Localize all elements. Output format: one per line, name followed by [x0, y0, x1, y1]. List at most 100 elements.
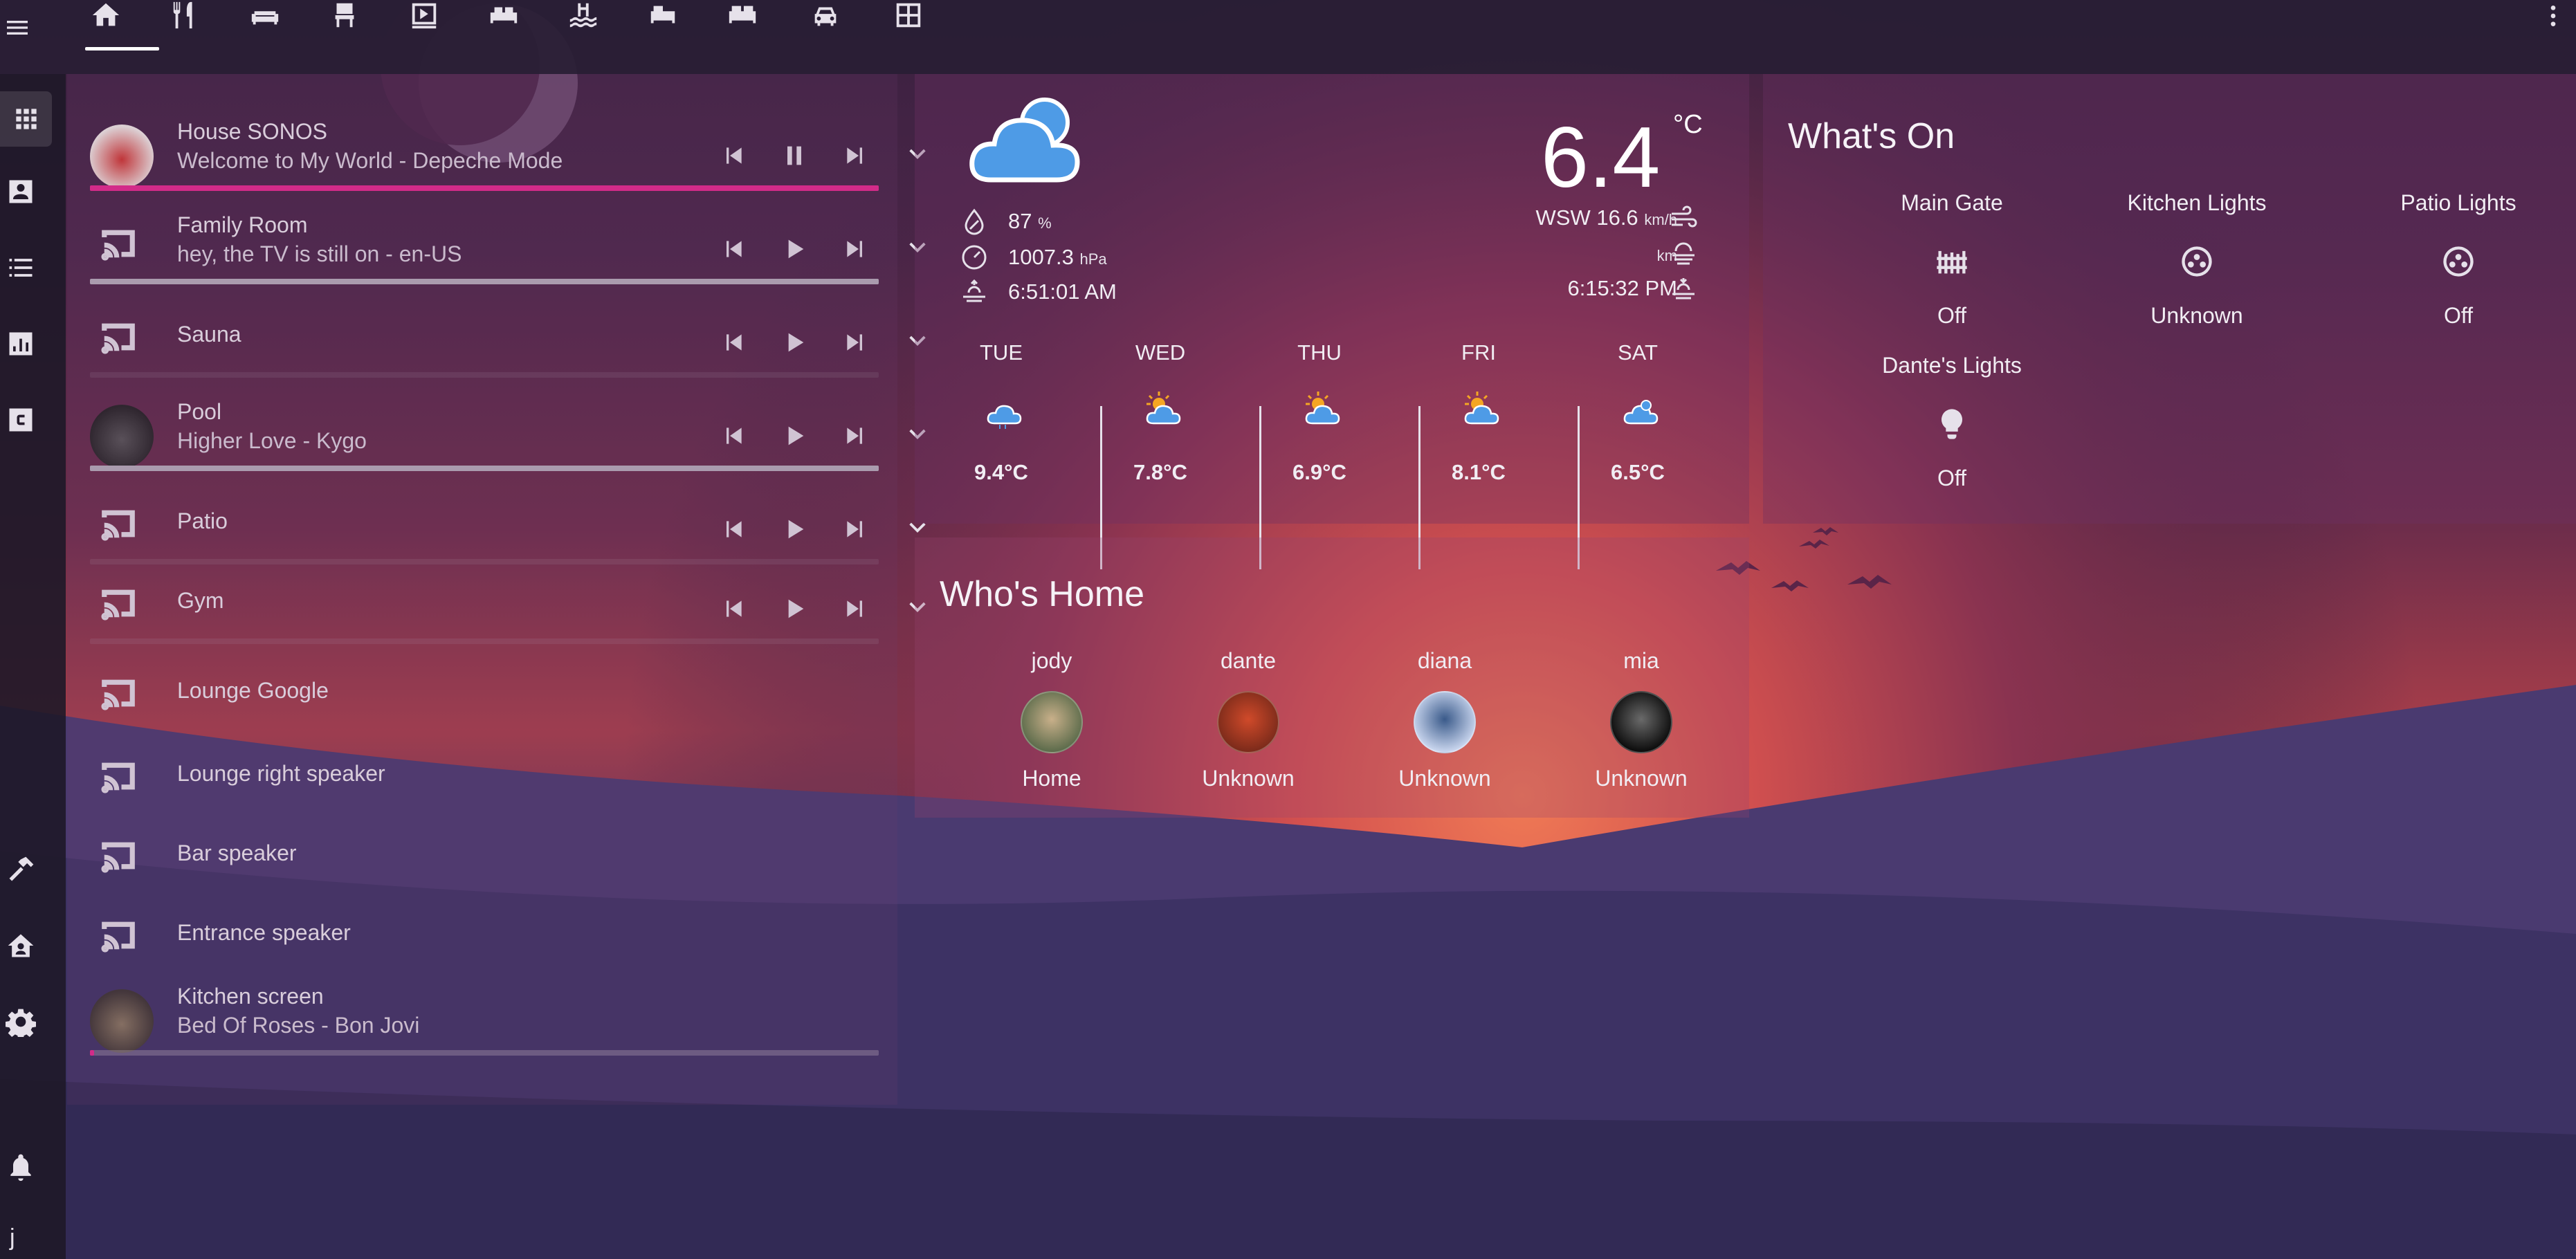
pool-icon — [569, 3, 597, 27]
pressure-value: 1007.3 — [1008, 245, 1074, 269]
person-avatar[interactable] — [1414, 691, 1476, 753]
forecast-day: THU — [1297, 340, 1342, 365]
ceiling-light-icon — [2182, 246, 2212, 277]
home-icon — [92, 3, 120, 26]
tab-bed-single[interactable] — [628, 0, 697, 41]
hamburger-menu-icon — [7, 21, 28, 35]
home-account-icon — [8, 934, 34, 957]
entity-state: Off — [1937, 466, 1967, 490]
temperature-unit: °C — [1673, 110, 1703, 139]
forecast-cloudy-icon — [1617, 389, 1665, 430]
whos-home-card: Who's Home jody Home dante Unknown diana Unkn… — [915, 537, 1749, 818]
forecast-day: TUE — [980, 340, 1023, 365]
account-box-icon — [9, 180, 33, 203]
person-name: mia — [1623, 648, 1659, 673]
person-name: jody — [1031, 648, 1072, 673]
car-icon — [814, 7, 837, 26]
entity-state: Off — [2443, 303, 2474, 328]
person-state: Unknown — [1202, 766, 1295, 791]
entity-state: Off — [1937, 303, 1967, 328]
water-percent-icon — [960, 207, 989, 236]
weather-card: 87 % 1007.3 hPa 6:51:01 AM 6.4 °C WSW 16… — [915, 74, 1749, 569]
person-avatar[interactable] — [1217, 691, 1279, 753]
sidebar-item-apps[interactable] — [0, 91, 52, 147]
humidity-unit: % — [1038, 214, 1052, 232]
sunset-icon — [1669, 275, 1698, 304]
sidebar-item-chart-box[interactable] — [0, 316, 42, 371]
current-temperature: 6.4 — [1541, 110, 1661, 205]
tab-floor-plan[interactable] — [874, 0, 943, 41]
tab-car[interactable] — [791, 0, 860, 41]
whos-home-title: Who's Home — [940, 574, 1145, 614]
sidebar-item-hammer[interactable] — [0, 842, 42, 897]
theater-icon — [412, 3, 437, 28]
sidebar-item-bell[interactable] — [0, 1139, 42, 1195]
humidity-text: 87 % — [1008, 209, 1052, 234]
menu-button[interactable] — [0, 7, 35, 48]
apps-icon — [15, 109, 37, 129]
visibility-text: km — [1511, 241, 1677, 266]
wind-value: WSW 16.6 — [1535, 205, 1638, 230]
entity-icon-button[interactable] — [2176, 241, 2218, 282]
cloudy-icon — [967, 91, 1088, 195]
forecast-temperature: 6.9°C — [1292, 460, 1346, 484]
cog-icon — [6, 1009, 36, 1037]
person-name: diana — [1417, 648, 1472, 673]
forecast-day: FRI — [1461, 340, 1496, 365]
whats-on-card: What's On Main Gate Off Kitchen Lights Unkn… — [1763, 74, 2576, 524]
forecast-temperature: 9.4°C — [974, 460, 1028, 484]
bed-icon — [490, 7, 518, 23]
c-box-icon — [9, 408, 33, 432]
forecast-rainy-icon — [980, 389, 1029, 430]
whats-on-title: What's On — [1788, 116, 1955, 156]
entity-icon-button[interactable] — [1931, 403, 1973, 445]
silverware-icon — [173, 1, 192, 28]
entity-state: Unknown — [2150, 303, 2243, 328]
tab-theater[interactable] — [390, 0, 459, 41]
sidebar-item-cog[interactable] — [0, 994, 42, 1049]
sunrise-time: 6:51:01 AM — [1008, 279, 1117, 304]
tab-pool[interactable] — [549, 0, 618, 41]
hammer-icon — [9, 856, 34, 881]
bed-double-icon — [729, 6, 756, 24]
media-players-card — [67, 74, 897, 1105]
top-toolbar — [0, 0, 2576, 74]
person-avatar[interactable] — [1021, 691, 1083, 753]
tab-silverware[interactable] — [151, 0, 220, 41]
pressure-text: 1007.3 hPa — [1008, 245, 1107, 270]
dots-vertical-icon — [2550, 5, 2556, 26]
user-avatar-initial[interactable]: j — [10, 1224, 15, 1251]
ceiling-light-icon — [2443, 246, 2474, 277]
forecast-temperature: 8.1°C — [1452, 460, 1506, 484]
bed-single-icon — [650, 6, 675, 24]
selected-tab-indicator — [85, 47, 159, 50]
sidebar-item-account-box[interactable] — [0, 164, 42, 219]
tab-sofa[interactable] — [230, 0, 300, 41]
entity-icon-button[interactable] — [1931, 241, 1973, 282]
lightbulb-icon — [1941, 409, 1963, 439]
entity-icon-button[interactable] — [2438, 241, 2479, 282]
fog-icon — [1669, 239, 1698, 268]
sidebar-item-home-account[interactable] — [0, 918, 42, 973]
sidebar-item-c-box[interactable] — [0, 392, 42, 448]
person-avatar[interactable] — [1610, 691, 1672, 753]
gauge-icon — [960, 243, 989, 272]
chart-box-icon — [9, 332, 33, 356]
person-name: dante — [1220, 648, 1277, 673]
tab-bed-double[interactable] — [708, 0, 777, 41]
entity-name: Kitchen Lights — [2127, 190, 2267, 215]
floor-plan-icon — [896, 3, 921, 27]
entity-name: Patio Lights — [2400, 190, 2516, 215]
entity-name: Dante's Lights — [1882, 353, 2022, 378]
wind-text: WSW 16.6 km/h — [1511, 205, 1677, 230]
pressure-unit: hPa — [1079, 250, 1107, 268]
entity-name: Main Gate — [1901, 190, 2003, 215]
sidebar-item-format-list[interactable] — [0, 240, 42, 295]
tab-bed[interactable] — [469, 0, 538, 41]
person-state: Home — [1022, 766, 1081, 791]
tab-home[interactable] — [71, 0, 140, 41]
forecast-partly-cloudy-icon — [1299, 389, 1347, 430]
more-options-button[interactable] — [2539, 0, 2567, 31]
sofa-icon — [251, 10, 279, 24]
tab-chair[interactable] — [310, 0, 379, 41]
